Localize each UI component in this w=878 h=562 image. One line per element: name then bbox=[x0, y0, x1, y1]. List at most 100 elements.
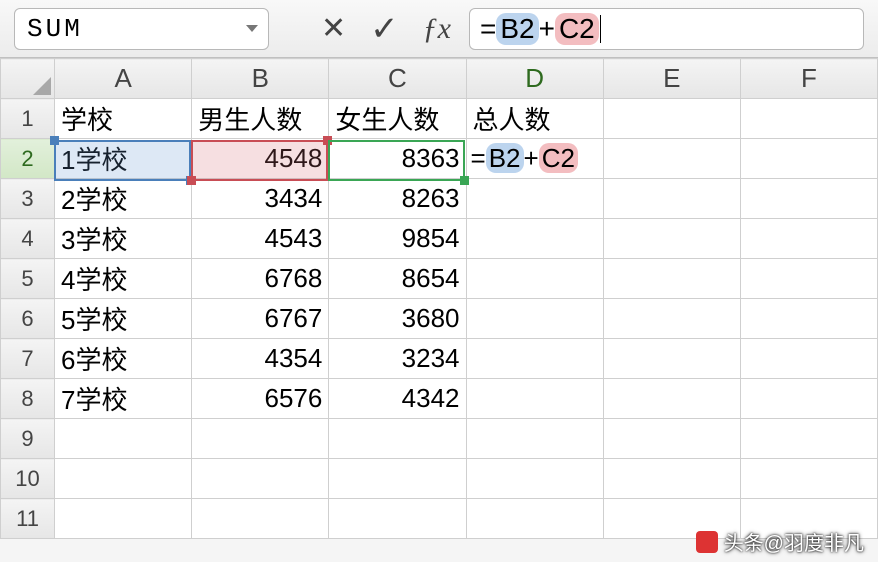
cell[interactable] bbox=[466, 499, 603, 539]
watermark-text: 头条@羽度非凡 bbox=[724, 527, 864, 556]
table-row: 6 5学校 6767 3680 bbox=[1, 299, 878, 339]
col-header-f[interactable]: F bbox=[740, 59, 877, 99]
table-row: 1 学校 男生人数 女生人数 总人数 bbox=[1, 99, 878, 139]
cell[interactable] bbox=[740, 99, 877, 139]
cell[interactable] bbox=[329, 459, 466, 499]
cell[interactable] bbox=[740, 299, 877, 339]
cell[interactable]: 8363 bbox=[329, 139, 466, 179]
cell[interactable] bbox=[466, 419, 603, 459]
formula-tools: ✕ ✓ ƒx bbox=[321, 9, 451, 49]
cell[interactable] bbox=[603, 139, 740, 179]
cell[interactable] bbox=[55, 459, 192, 499]
cell[interactable]: 5学校 bbox=[55, 299, 192, 339]
cell[interactable] bbox=[603, 379, 740, 419]
cell[interactable]: 2学校 bbox=[55, 179, 192, 219]
row-header[interactable]: 1 bbox=[1, 99, 55, 139]
col-header-d[interactable]: D bbox=[466, 59, 603, 99]
table-row: 4 3学校 4543 9854 bbox=[1, 219, 878, 259]
cell[interactable] bbox=[740, 179, 877, 219]
cell[interactable] bbox=[466, 299, 603, 339]
cell[interactable] bbox=[329, 499, 466, 539]
editing-cell-d2[interactable]: =B2+C2 bbox=[466, 139, 603, 179]
range-handle-icon[interactable] bbox=[187, 176, 196, 185]
select-all-corner[interactable] bbox=[1, 59, 55, 99]
row-header[interactable]: 6 bbox=[1, 299, 55, 339]
cell[interactable]: 4354 bbox=[192, 339, 329, 379]
name-box-dropdown-icon[interactable] bbox=[246, 25, 258, 32]
cell[interactable] bbox=[603, 179, 740, 219]
cell[interactable]: 4543 bbox=[192, 219, 329, 259]
row-header[interactable]: 2 bbox=[1, 139, 55, 179]
accept-icon[interactable]: ✓ bbox=[370, 9, 399, 49]
cell[interactable]: 3434 bbox=[192, 179, 329, 219]
col-header-a[interactable]: A bbox=[55, 59, 192, 99]
row-header[interactable]: 8 bbox=[1, 379, 55, 419]
cell[interactable] bbox=[603, 299, 740, 339]
cell[interactable]: 总人数 bbox=[466, 99, 603, 139]
range-handle-icon[interactable] bbox=[50, 136, 59, 145]
row-header[interactable]: 5 bbox=[1, 259, 55, 299]
cell[interactable]: 7学校 bbox=[55, 379, 192, 419]
name-box[interactable]: SUM bbox=[14, 8, 269, 50]
cell[interactable] bbox=[603, 99, 740, 139]
cell[interactable]: 9854 bbox=[329, 219, 466, 259]
cell[interactable] bbox=[466, 179, 603, 219]
cell[interactable] bbox=[192, 419, 329, 459]
spreadsheet-grid[interactable]: A B C D E F 1 学校 男生人数 女生人数 总人数 2 1学校 454… bbox=[0, 58, 878, 539]
cell[interactable] bbox=[329, 419, 466, 459]
cell[interactable] bbox=[55, 499, 192, 539]
cell[interactable] bbox=[740, 339, 877, 379]
cell[interactable]: 6学校 bbox=[55, 339, 192, 379]
cell[interactable] bbox=[192, 459, 329, 499]
cell[interactable] bbox=[466, 219, 603, 259]
cell[interactable] bbox=[740, 219, 877, 259]
cell[interactable] bbox=[603, 419, 740, 459]
cell[interactable]: 6768 bbox=[192, 259, 329, 299]
cell[interactable] bbox=[466, 379, 603, 419]
cell[interactable]: 4342 bbox=[329, 379, 466, 419]
cell[interactable] bbox=[466, 459, 603, 499]
cell[interactable]: 3234 bbox=[329, 339, 466, 379]
row-header[interactable]: 9 bbox=[1, 419, 55, 459]
row-header[interactable]: 7 bbox=[1, 339, 55, 379]
row-header[interactable]: 11 bbox=[1, 499, 55, 539]
cell[interactable] bbox=[603, 339, 740, 379]
cell[interactable] bbox=[740, 259, 877, 299]
cell[interactable] bbox=[466, 339, 603, 379]
formula-input[interactable]: = B2 + C2 bbox=[469, 8, 864, 50]
cell[interactable]: 6767 bbox=[192, 299, 329, 339]
cell[interactable] bbox=[192, 499, 329, 539]
col-header-b[interactable]: B bbox=[192, 59, 329, 99]
cell[interactable]: 4学校 bbox=[55, 259, 192, 299]
cell[interactable]: 1学校 bbox=[55, 139, 192, 179]
col-header-e[interactable]: E bbox=[603, 59, 740, 99]
formula-ref-b2: B2 bbox=[496, 13, 538, 45]
cancel-icon[interactable]: ✕ bbox=[321, 11, 346, 46]
cell[interactable] bbox=[55, 419, 192, 459]
cell[interactable] bbox=[603, 219, 740, 259]
cell[interactable]: 女生人数 bbox=[329, 99, 466, 139]
cell[interactable]: 4548 bbox=[192, 139, 329, 179]
cell[interactable] bbox=[740, 459, 877, 499]
cell[interactable]: 3学校 bbox=[55, 219, 192, 259]
fx-icon[interactable]: ƒx bbox=[423, 12, 451, 46]
fill-handle-icon[interactable] bbox=[460, 176, 469, 185]
cell[interactable] bbox=[740, 139, 877, 179]
cell[interactable]: 6576 bbox=[192, 379, 329, 419]
cell[interactable]: 8654 bbox=[329, 259, 466, 299]
row-header[interactable]: 3 bbox=[1, 179, 55, 219]
col-header-c[interactable]: C bbox=[329, 59, 466, 99]
cell[interactable] bbox=[603, 259, 740, 299]
row-header[interactable]: 4 bbox=[1, 219, 55, 259]
cell[interactable] bbox=[740, 379, 877, 419]
cell[interactable]: 8263 bbox=[329, 179, 466, 219]
cell[interactable] bbox=[603, 459, 740, 499]
row-header[interactable]: 10 bbox=[1, 459, 55, 499]
cell[interactable]: 3680 bbox=[329, 299, 466, 339]
cell[interactable] bbox=[466, 259, 603, 299]
cell[interactable]: 男生人数 bbox=[192, 99, 329, 139]
range-handle-icon[interactable] bbox=[323, 136, 332, 145]
cell[interactable] bbox=[740, 419, 877, 459]
formula-ref-c2: C2 bbox=[555, 13, 599, 45]
cell[interactable]: 学校 bbox=[55, 99, 192, 139]
